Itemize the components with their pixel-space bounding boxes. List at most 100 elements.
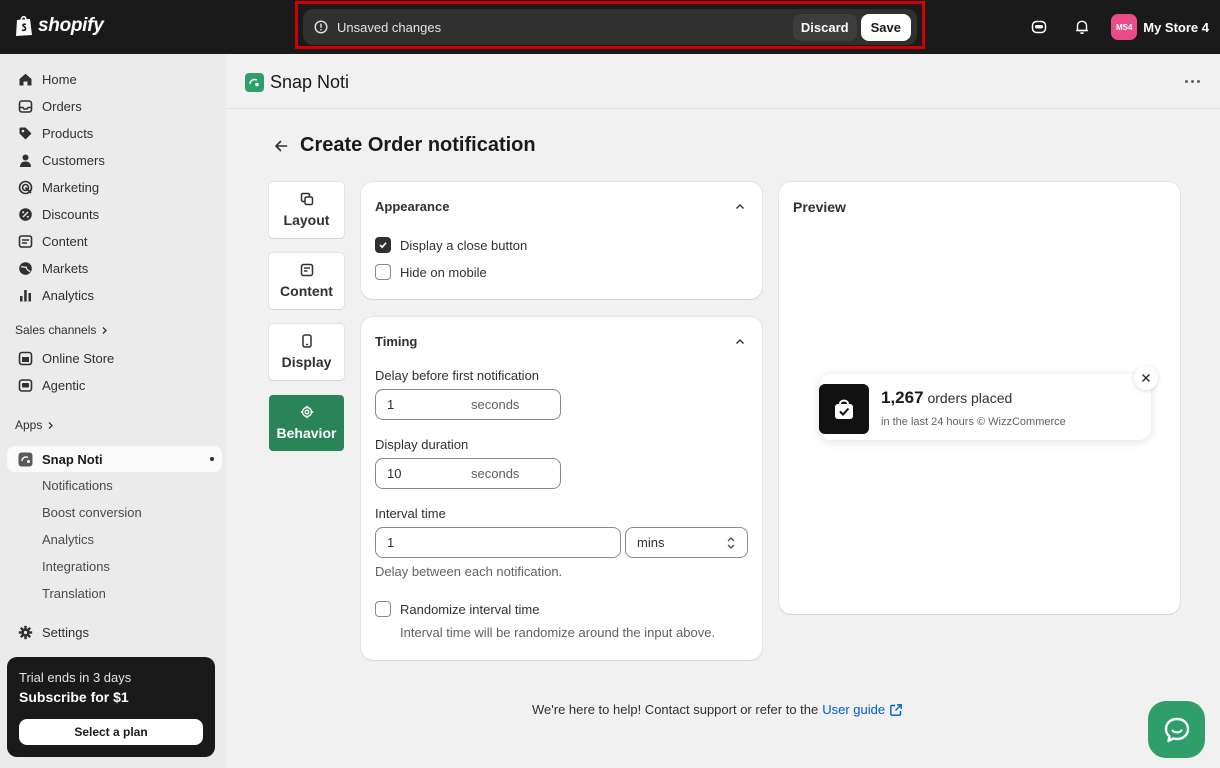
sidebar-item-agentic[interactable]: Agentic — [7, 372, 222, 398]
sidebar-item-snap-noti[interactable]: Snap Noti — [7, 446, 222, 472]
sidebar-item-discounts[interactable]: Discounts — [7, 201, 222, 227]
notification-popup-preview: 1,267 orders placed in the last 24 hours… — [819, 366, 1158, 440]
agentic-icon — [17, 377, 33, 393]
close-button-label: Display a close button — [400, 237, 528, 253]
sidebar-item-markets[interactable]: Markets — [7, 255, 222, 281]
app-header: Snap Noti — [226, 54, 1220, 109]
footer-help: We're here to help! Contact support or r… — [532, 702, 903, 717]
chevron-up-icon[interactable] — [734, 201, 746, 213]
more-actions-icon[interactable] — [1185, 80, 1200, 83]
trial-ends-text: Trial ends in 3 days — [19, 670, 132, 685]
preview-title: Preview — [793, 199, 846, 215]
app-title: Snap Noti — [245, 72, 349, 93]
sidebar-item-marketing[interactable]: Marketing — [7, 174, 222, 200]
hide-mobile-option[interactable]: Hide on mobile — [375, 264, 487, 280]
sidebar-item-label: Settings — [42, 624, 89, 640]
interval-unit-select[interactable]: mins — [625, 527, 748, 558]
sidebar-item-orders[interactable]: Orders — [7, 93, 222, 119]
tab-label: Display — [281, 354, 332, 370]
apps-heading[interactable]: Apps — [15, 418, 55, 432]
randomize-label: Randomize interval time — [400, 601, 540, 617]
store-icon — [17, 350, 33, 366]
orders-icon — [17, 98, 33, 114]
delay-input[interactable]: 1 seconds — [375, 389, 561, 420]
interval-help-text: Delay between each notification. — [375, 564, 563, 579]
sidebar-item-label: Analytics — [42, 287, 95, 303]
sales-channels-label: Sales channels — [15, 323, 97, 337]
gear-icon — [17, 624, 33, 640]
app-name: Snap Noti — [270, 72, 350, 92]
page-title: Create Order notification — [274, 134, 536, 157]
trial-banner: Trial ends in 3 days Subscribe for $1 Se… — [7, 657, 215, 757]
duration-suffix: seconds — [471, 466, 520, 481]
contextual-save-bar: Unsaved changes Discard Save — [303, 9, 917, 45]
preview-card: Preview 1,267 orders placed in the last … — [779, 182, 1180, 614]
timing-title: Timing — [375, 334, 418, 349]
sales-channels-heading[interactable]: Sales channels — [15, 323, 109, 337]
sidebar-item-label: Content — [42, 233, 88, 249]
hide-mobile-label: Hide on mobile — [400, 264, 487, 280]
page-title-text: Create Order notification — [300, 134, 536, 156]
sidebar-item-label: Snap Noti — [42, 451, 103, 467]
randomize-checkbox[interactable] — [375, 601, 391, 617]
bell-icon — [1076, 20, 1089, 34]
interval-input[interactable]: 1 — [375, 527, 621, 558]
duration-value: 10 — [387, 466, 402, 481]
sidebar-subitem-integrations[interactable]: Integrations — [42, 559, 110, 574]
shopify-logo[interactable]: shopify — [14, 14, 104, 37]
back-arrow-icon[interactable] — [274, 139, 288, 153]
chevron-right-icon — [102, 326, 108, 334]
discount-icon — [17, 206, 33, 222]
home-icon — [17, 71, 33, 87]
tab-behavior[interactable]: Behavior — [269, 395, 344, 451]
shopping-bag-icon — [819, 384, 869, 434]
shopify-bag-icon — [16, 15, 32, 36]
orders-text: orders placed — [927, 390, 1013, 406]
mobile-icon — [301, 334, 312, 348]
notification-close-button[interactable] — [1134, 366, 1158, 390]
sidebar-subitem-boost-conversion[interactable]: Boost conversion — [42, 505, 142, 520]
sidebar-item-label: Products — [42, 125, 94, 141]
sidebar-item-label: Home — [42, 71, 77, 87]
external-link-icon[interactable] — [889, 703, 903, 717]
store-menu[interactable]: MS4 My Store 4 — [1111, 14, 1209, 40]
sidebar-item-analytics[interactable]: Analytics — [7, 282, 222, 308]
chevron-right-icon — [48, 421, 54, 429]
bar-chart-icon — [17, 287, 33, 303]
sidebar-item-settings[interactable]: Settings — [7, 619, 222, 645]
sidebar-item-online-store[interactable]: Online Store — [7, 345, 222, 371]
close-button-option[interactable]: Display a close button — [375, 237, 527, 253]
sidebar-item-products[interactable]: Products — [7, 120, 222, 146]
pin-dot — [210, 457, 214, 461]
tab-label: Layout — [283, 212, 330, 228]
sidebar-item-content[interactable]: Content — [7, 228, 222, 254]
tab-content[interactable]: Content — [269, 253, 344, 309]
tag-icon — [17, 125, 33, 141]
close-button-checkbox[interactable] — [375, 237, 391, 253]
discard-button[interactable]: Discard — [792, 13, 857, 41]
save-button[interactable]: Save — [860, 13, 911, 41]
delay-label: Delay before first notification — [375, 368, 540, 383]
duration-input[interactable]: 10 seconds — [375, 458, 561, 489]
user-guide-link[interactable]: User guide — [822, 702, 885, 717]
target-icon — [17, 179, 33, 195]
duration-label: Display duration — [375, 437, 469, 452]
hide-mobile-checkbox[interactable] — [375, 264, 391, 280]
sidebar-subitem-notifications[interactable]: Notifications — [42, 478, 113, 493]
tab-display[interactable]: Display — [269, 324, 344, 380]
sidebar-item-label: Customers — [42, 152, 105, 168]
sidebar-item-customers[interactable]: Customers — [7, 147, 222, 173]
chevron-up-icon[interactable] — [734, 336, 746, 348]
sidebar-subitem-analytics[interactable]: Analytics — [42, 532, 94, 547]
tab-layout[interactable]: Layout — [269, 182, 344, 238]
sidebar-item-home[interactable]: Home — [7, 66, 222, 92]
chat-support-button[interactable] — [1148, 701, 1205, 758]
interval-value: 1 — [387, 535, 395, 550]
notifications-button[interactable] — [1068, 13, 1096, 41]
sidebar-subitem-translation[interactable]: Translation — [42, 586, 106, 601]
select-plan-button[interactable]: Select a plan — [19, 719, 203, 745]
sidekick-button[interactable] — [1025, 13, 1053, 41]
randomize-option[interactable]: Randomize interval time — [375, 601, 539, 617]
sidebar-item-label: Markets — [42, 260, 89, 276]
subscribe-text: Subscribe for $1 — [19, 689, 129, 705]
